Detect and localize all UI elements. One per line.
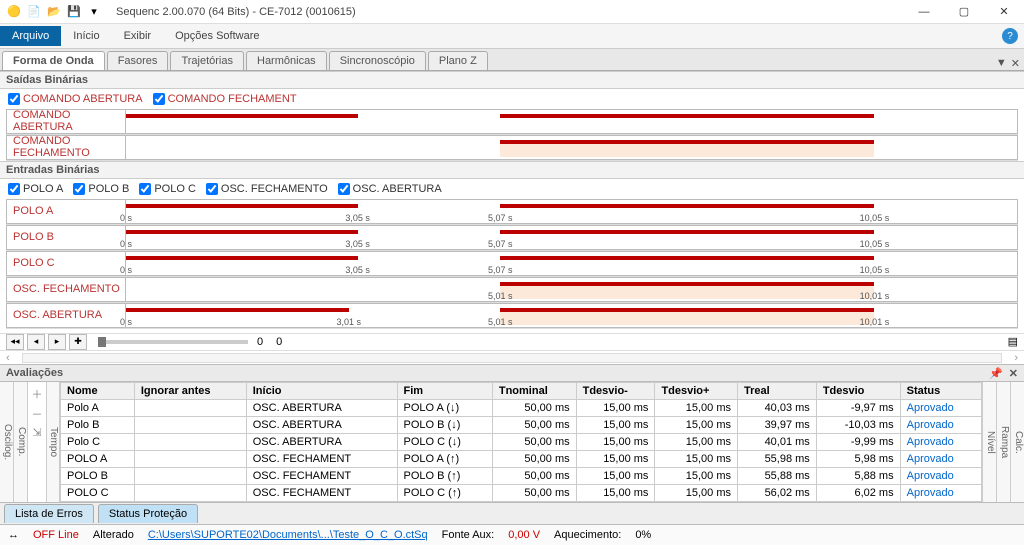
status-aquec-label: Aquecimento: xyxy=(554,529,621,541)
menu-exibir[interactable]: Exibir xyxy=(112,26,164,46)
vtab-comp[interactable]: Comp. xyxy=(14,382,28,502)
tool-step-fwd[interactable]: ▸ xyxy=(48,334,66,350)
pin-icon[interactable]: ▼ xyxy=(996,57,1007,69)
wave-toolbar: ◂◂ ◂ ▸ ✚ 0 0 ▤ xyxy=(0,333,1024,351)
add-row-icon[interactable]: ＋ xyxy=(32,386,43,402)
status-offline: OFF Line xyxy=(33,529,79,541)
aval-pin-icon[interactable]: 📌 xyxy=(989,367,1003,380)
tab-planoz[interactable]: Plano Z xyxy=(428,51,488,70)
table-row[interactable]: POLO COSC. FECHAMENTPOLO C (↑)50,00 ms15… xyxy=(61,485,982,502)
dropdown-icon[interactable]: ▾ xyxy=(86,4,102,20)
zoom-slider[interactable] xyxy=(98,340,248,344)
track-osc-fechamento: OSC. FECHAMENTO 5,01 s 10,01 s xyxy=(6,277,1018,303)
close-panel-icon[interactable]: ✕ xyxy=(1011,57,1020,70)
avaliacoes-table-wrap[interactable]: NomeIgnorar antesInícioFim TnominalTdesv… xyxy=(60,382,982,502)
tool-marker[interactable]: ✚ xyxy=(69,334,87,350)
expand-row-icon[interactable]: ⇲ xyxy=(32,426,41,439)
table-row[interactable]: Polo COSC. ABERTURAPOLO C (↓)50,00 ms15,… xyxy=(61,434,982,451)
close-button[interactable]: ✕ xyxy=(984,0,1024,24)
table-row[interactable]: Polo BOSC. ABERTURAPOLO B (↓)50,00 ms15,… xyxy=(61,417,982,434)
tab-sincronoscopio[interactable]: Sincronoscópio xyxy=(329,51,426,70)
status-aquec-value: 0% xyxy=(635,529,651,541)
bottom-tabs: Lista de Erros Status Proteção xyxy=(0,502,1024,523)
track-comando-abertura: COMANDO ABERTURA xyxy=(6,109,1018,135)
chk-comando-abertura[interactable]: COMANDO ABERTURA xyxy=(8,93,143,105)
chk-comando-fechamento[interactable]: COMANDO FECHAMENT xyxy=(153,93,297,105)
quick-access-toolbar: 🟡 📄 📂 💾 ▾ xyxy=(0,4,108,20)
chk-polo-b[interactable]: POLO B xyxy=(73,183,129,195)
expand-icon[interactable]: ▤ xyxy=(1008,335,1018,348)
aval-close-icon[interactable]: ✕ xyxy=(1009,367,1018,380)
entradas-header: Entradas Binárias xyxy=(0,161,1024,179)
menu-bar: Arquivo Início Exibir Opções Software ? xyxy=(0,24,1024,49)
ruler-b: 0 xyxy=(276,336,282,348)
tab-forma-onda[interactable]: Forma de Onda xyxy=(2,51,105,70)
vtab-oscilog[interactable]: Oscilog. xyxy=(0,382,14,502)
avaliacoes-header: Avaliações 📌✕ xyxy=(0,364,1024,382)
tab-harmonicas[interactable]: Harmônicas xyxy=(246,51,327,70)
tab-lista-erros[interactable]: Lista de Erros xyxy=(4,504,94,523)
window-title: Sequenc 2.00.070 (64 Bits) - CE-7012 (00… xyxy=(108,6,904,18)
entradas-panel: Entradas Binárias POLO A POLO B POLO C O… xyxy=(0,161,1024,329)
track-comando-fechamento: COMANDO FECHAMENTO xyxy=(6,135,1018,161)
status-alterado: Alterado xyxy=(93,529,134,541)
vtab-rampa[interactable]: Rampa xyxy=(996,382,1010,502)
status-bar: ↔ OFF Line Alterado C:\Users\SUPORTE02\D… xyxy=(0,524,1024,545)
saidas-header: Saídas Binárias xyxy=(0,71,1024,89)
save-icon[interactable]: 💾 xyxy=(66,4,82,20)
status-fonte-value: 0,00 V xyxy=(508,529,540,541)
track-polo-a: POLO A 0 s 3,05 s 5,07 s 10,05 s xyxy=(6,199,1018,225)
menu-inicio[interactable]: Início xyxy=(61,26,111,46)
tab-fasores[interactable]: Fasores xyxy=(107,51,169,70)
vtab-calc[interactable]: Calc. xyxy=(1010,382,1024,502)
chk-polo-a[interactable]: POLO A xyxy=(8,183,63,195)
status-filepath[interactable]: C:\Users\SUPORTE02\Documents\...\Teste_O… xyxy=(148,529,428,541)
maximize-button[interactable]: ▢ xyxy=(944,0,984,24)
avaliacoes-table: NomeIgnorar antesInícioFim TnominalTdesv… xyxy=(60,382,982,502)
aval-add-remove: ＋ － ⇲ xyxy=(28,382,46,502)
title-bar: 🟡 📄 📂 💾 ▾ Sequenc 2.00.070 (64 Bits) - C… xyxy=(0,0,1024,24)
track-polo-c: POLO C 0 s 3,05 s 5,07 s 10,05 s xyxy=(6,251,1018,277)
table-row[interactable]: Polo AOSC. ABERTURAPOLO A (↓)50,00 ms15,… xyxy=(61,400,982,417)
status-fonte-label: Fonte Aux: xyxy=(442,529,495,541)
avaliacoes-body: Oscilog. Comp. ＋ － ⇲ Tempo NomeIgnorar a… xyxy=(0,382,1024,502)
new-icon[interactable]: 📄 xyxy=(26,4,42,20)
chk-osc-abertura[interactable]: OSC. ABERTURA xyxy=(338,183,442,195)
chk-polo-c[interactable]: POLO C xyxy=(139,183,196,195)
tool-prev[interactable]: ◂◂ xyxy=(6,334,24,350)
tab-trajetorias[interactable]: Trajetórias xyxy=(170,51,244,70)
tab-status-protecao[interactable]: Status Proteção xyxy=(98,504,198,523)
view-tabs: Forma de Onda Fasores Trajetórias Harmôn… xyxy=(0,49,1024,70)
h-scrollbar[interactable]: ‹› xyxy=(0,351,1024,365)
chk-osc-fechamento[interactable]: OSC. FECHAMENTO xyxy=(206,183,328,195)
track-osc-abertura: OSC. ABERTURA 0 s 3,01 s 5,01 s 10,01 s xyxy=(6,303,1018,329)
minimize-button[interactable]: — xyxy=(904,0,944,24)
vtab-tempo[interactable]: Tempo xyxy=(46,382,60,502)
app-icon: 🟡 xyxy=(6,4,22,20)
help-icon[interactable]: ? xyxy=(1002,28,1018,44)
vtab-nivel[interactable]: Nível xyxy=(982,382,996,502)
ruler-a: 0 xyxy=(257,336,263,348)
tool-step-back[interactable]: ◂ xyxy=(27,334,45,350)
table-row[interactable]: POLO AOSC. FECHAMENTPOLO A (↑)50,00 ms15… xyxy=(61,451,982,468)
table-row[interactable]: POLO BOSC. FECHAMENTPOLO B (↑)50,00 ms15… xyxy=(61,468,982,485)
track-polo-b: POLO B 0 s 3,05 s 5,07 s 10,05 s xyxy=(6,225,1018,251)
menu-opcoes[interactable]: Opções Software xyxy=(163,26,271,46)
remove-row-icon[interactable]: － xyxy=(32,406,43,422)
menu-arquivo[interactable]: Arquivo xyxy=(0,26,61,46)
saidas-panel: Saídas Binárias COMANDO ABERTURA COMANDO… xyxy=(0,71,1024,161)
open-icon[interactable]: 📂 xyxy=(46,4,62,20)
sync-icon[interactable]: ↔ xyxy=(8,529,19,541)
